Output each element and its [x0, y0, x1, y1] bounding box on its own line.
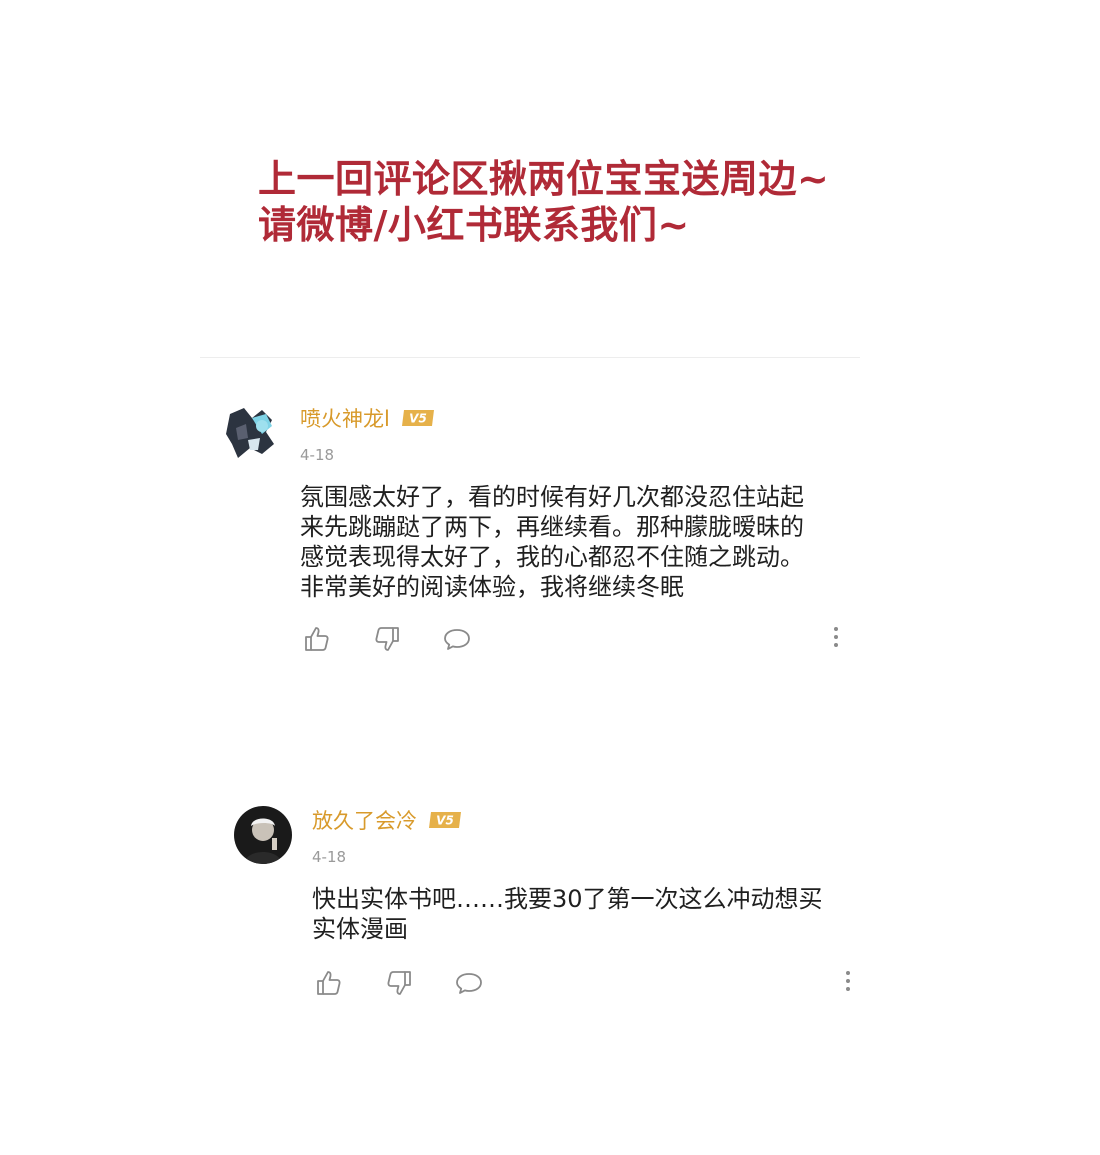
dislike-button[interactable]	[384, 968, 414, 998]
more-options-button[interactable]	[828, 622, 844, 652]
thumbs-up-icon	[305, 627, 329, 651]
comment-item: 放久了会冷 V5 4-18 快出实体书吧……我要30了第一次这么冲动想买 实体漫…	[234, 806, 850, 1006]
section-divider	[200, 357, 860, 358]
more-vertical-icon	[834, 627, 838, 647]
promo-headline-line-2: 请微博/小红书联系我们~	[258, 203, 690, 247]
comment-text-line: 实体漫画	[312, 915, 408, 943]
promo-headline: 上一回评论区揪两位宝宝送周边~ 请微博/小红书联系我们~	[258, 156, 918, 248]
username[interactable]: 放久了会冷	[312, 805, 417, 835]
comment-text-line: 快出实体书吧……我要30了第一次这么冲动想买	[312, 885, 823, 913]
comment-text: 快出实体书吧……我要30了第一次这么冲动想买 实体漫画	[312, 884, 852, 944]
vip-badge-label: V5	[409, 412, 427, 426]
promo-headline-line-1: 上一回评论区揪两位宝宝送周边~	[258, 157, 830, 201]
thumbs-down-icon	[387, 971, 411, 995]
comment-actions	[314, 968, 524, 998]
dislike-button[interactable]	[372, 624, 402, 654]
comment-date: 4-18	[312, 848, 347, 866]
comment-item: 喷火神龙l V5 4-18 氛围感太好了，看的时候有好几次都没忍住站起 来先跳蹦…	[222, 404, 838, 664]
more-vertical-icon	[846, 971, 850, 991]
avatar-image	[222, 404, 280, 462]
reply-button[interactable]	[454, 968, 484, 998]
thumbs-up-icon	[317, 971, 341, 995]
comment-actions	[302, 624, 512, 654]
more-options-button[interactable]	[840, 966, 856, 996]
avatar-image	[234, 806, 292, 864]
comment-bubble-icon	[456, 973, 482, 994]
comment-text-line: 非常美好的阅读体验，我将继续冬眠	[300, 573, 684, 601]
comment-text-line: 感觉表现得太好了，我的心都忍不住随之跳动。	[300, 543, 804, 571]
like-button[interactable]	[314, 968, 344, 998]
vip-level-badge: V5	[429, 812, 461, 828]
avatar[interactable]	[234, 806, 292, 864]
comment-text: 氛围感太好了，看的时候有好几次都没忍住站起 来先跳蹦跶了两下，再继续看。那种朦胧…	[300, 482, 840, 602]
username[interactable]: 喷火神龙l	[300, 403, 390, 433]
comment-text-line: 来先跳蹦跶了两下，再继续看。那种朦胧暧昧的	[300, 513, 804, 541]
thumbs-down-icon	[375, 627, 399, 651]
vip-level-badge: V5	[401, 410, 434, 426]
user-row: 放久了会冷 V5	[312, 806, 463, 834]
vip-badge-label: V5	[436, 814, 454, 828]
avatar[interactable]	[222, 404, 280, 462]
reply-button[interactable]	[442, 624, 472, 654]
like-button[interactable]	[302, 624, 332, 654]
comment-date: 4-18	[300, 446, 335, 464]
comment-text-line: 氛围感太好了，看的时候有好几次都没忍住站起	[300, 483, 804, 511]
comment-bubble-icon	[444, 629, 470, 650]
user-row: 喷火神龙l V5	[300, 404, 436, 432]
